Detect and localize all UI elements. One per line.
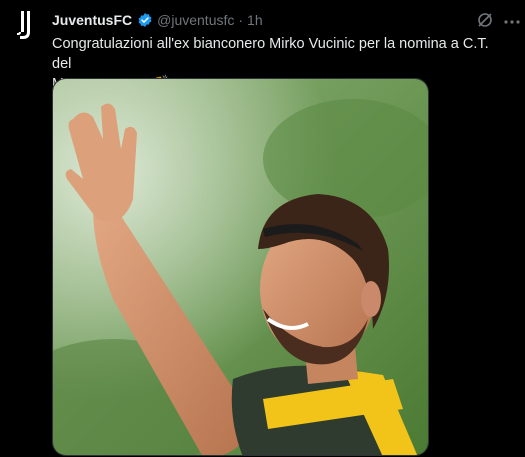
player-photo	[53, 79, 428, 455]
avatar[interactable]	[10, 10, 44, 44]
separator-dot: ·	[238, 12, 244, 28]
display-name[interactable]: JuventusFC	[52, 12, 132, 28]
tweet-text-line-1: Congratulazioni all'ex bianconero Mirko …	[52, 36, 489, 72]
more-options-button[interactable]	[503, 11, 521, 29]
tweet[interactable]: JuventusFC @juventusfc · 1h Congratulazi…	[0, 0, 525, 457]
juventus-logo-icon	[16, 10, 38, 45]
handle[interactable]: @juventusfc	[157, 12, 234, 28]
grok-button[interactable]	[476, 11, 494, 29]
tweet-photo[interactable]	[52, 78, 429, 456]
grok-icon	[476, 13, 494, 33]
tweet-header: JuventusFC @juventusfc · 1h	[52, 10, 263, 30]
more-options-icon	[504, 11, 520, 29]
verified-badge-icon	[137, 12, 153, 28]
timestamp[interactable]: 1h	[247, 12, 263, 28]
